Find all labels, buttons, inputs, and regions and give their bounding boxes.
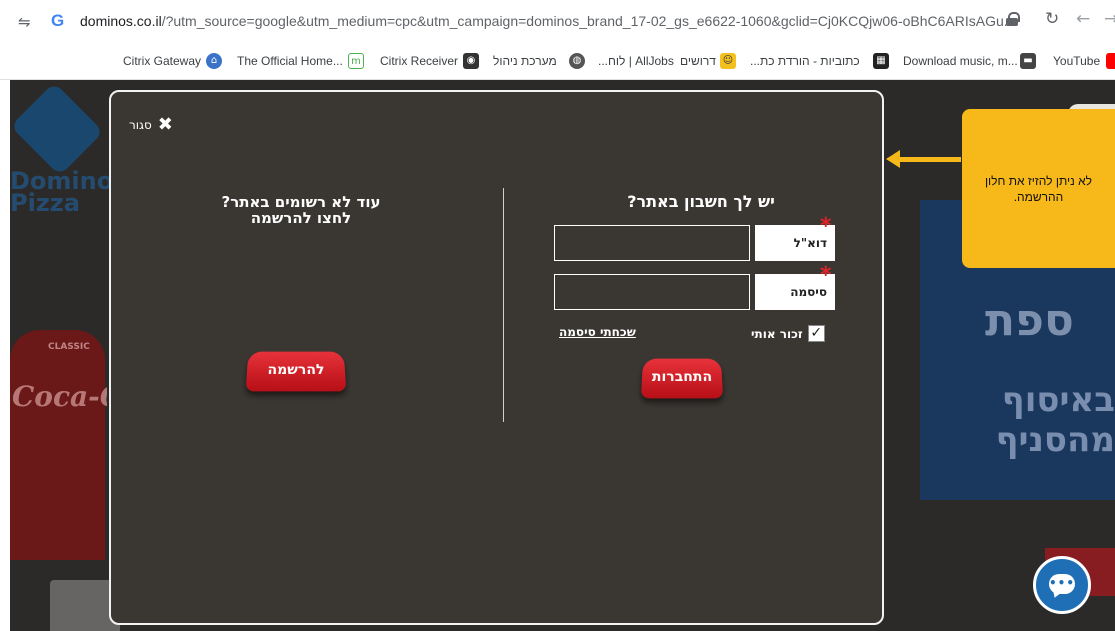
close-button[interactable]: סגור ✖ — [129, 116, 173, 134]
site-info-icon[interactable]: ⇋ — [18, 14, 31, 30]
login-title: יש לך חשבון באתר? — [627, 192, 775, 211]
promo-text: באיסוף מהסניף — [935, 380, 1115, 460]
address-bar: ⇋ G dominos.co.il/?utm_source=google&utm… — [0, 0, 1115, 44]
annotation-text: לא ניתן להזיז את חלון ההרשמה. — [984, 174, 1093, 204]
register-button[interactable]: להרשמה — [245, 351, 347, 392]
bookmark-subtitles[interactable]: כתוביות - הורדת כת... — [750, 54, 860, 68]
lock-icon[interactable] — [1006, 12, 1020, 26]
email-field[interactable] — [554, 225, 750, 261]
official-home-icon: m — [348, 53, 364, 69]
register-title-line-2: לחצו להרשמה — [250, 209, 352, 227]
close-label: סגור — [129, 118, 152, 132]
chat-button[interactable] — [1033, 556, 1091, 614]
bookmark-download-music[interactable]: Download music, m... — [903, 54, 1018, 68]
password-row: סיסמה * — [554, 265, 835, 310]
dominos-wordmark: Domino's Pizza — [10, 167, 135, 217]
password-field[interactable] — [554, 274, 750, 310]
bookmarks-bar: Citrix Gateway ⌂ The Official Home... m … — [0, 44, 1115, 80]
citrix-receiver-icon: ◉ — [463, 53, 479, 69]
download-music-icon: ▬ — [1020, 53, 1036, 69]
dominos-logo — [10, 82, 104, 176]
bookmark-youtube[interactable]: YouTube — [1053, 54, 1100, 68]
register-title-line-1: עוד לא רשומים באתר? — [221, 193, 381, 211]
remember-checkbox[interactable]: ✓ — [807, 325, 825, 342]
alljobs-icon: ☺ — [720, 53, 736, 69]
reload-icon[interactable]: ↻ — [1045, 11, 1059, 28]
cola-classic-label: CLASSIC — [48, 342, 90, 352]
bookmark-management-system[interactable]: מערכת ניהול — [493, 54, 557, 68]
annotation-arrow — [895, 157, 961, 162]
bookmark-official-home[interactable]: The Official Home... — [237, 54, 343, 68]
promo-line-2: מהסניף — [995, 420, 1115, 460]
citrix-gateway-icon: ⌂ — [206, 53, 222, 69]
arrow-head-icon — [886, 150, 900, 168]
login-button[interactable]: התחברות — [640, 358, 724, 399]
subtitles-icon: ▦ — [873, 53, 889, 69]
bookmark-alljobs[interactable]: AllJobs | לוח... — [598, 54, 674, 68]
arrow-left-icon[interactable]: ← — [1076, 11, 1090, 28]
annotation-note: לא ניתן להזיז את חלון ההרשמה. — [962, 109, 1115, 268]
url-path: /?utm_source=google&utm_medium=cpc&utm_c… — [161, 13, 1015, 29]
url-field[interactable]: dominos.co.il/?utm_source=google&utm_med… — [80, 13, 1015, 29]
arrow-right-icon[interactable]: → — [1104, 11, 1115, 28]
bookmark-citrix-receiver[interactable]: Citrix Receiver — [380, 54, 458, 68]
bookmark-wanted[interactable]: דרושים — [680, 54, 716, 68]
modal-divider — [503, 188, 504, 422]
bookmark-citrix-gateway[interactable]: Citrix Gateway — [123, 54, 201, 68]
url-host: dominos.co.il — [80, 13, 162, 29]
cola-bottle-image — [10, 330, 105, 560]
youtube-icon — [1106, 53, 1115, 69]
remember-me[interactable]: ✓ זכור אותי — [751, 325, 825, 342]
globe-icon: ◍ — [569, 53, 585, 69]
google-icon: G — [51, 11, 65, 30]
promo-line-1: באיסוף — [1001, 380, 1115, 420]
forgot-password-link[interactable]: שכחתי סיסמה — [559, 325, 636, 339]
register-title: עוד לא רשומים באתר? לחצו להרשמה — [151, 194, 451, 226]
promo-word: ספת — [985, 295, 1074, 346]
remember-label: זכור אותי — [751, 326, 803, 341]
required-star-icon: * — [820, 263, 832, 288]
close-x-icon[interactable]: ✖ — [158, 116, 173, 134]
required-star-icon: * — [820, 214, 832, 239]
cola-text: Coca-Cola — [12, 380, 107, 413]
email-row: דוא"ל * — [554, 216, 835, 261]
login-register-modal: סגור ✖ יש לך חשבון באתר? דוא"ל * סיסמה *… — [109, 90, 884, 625]
